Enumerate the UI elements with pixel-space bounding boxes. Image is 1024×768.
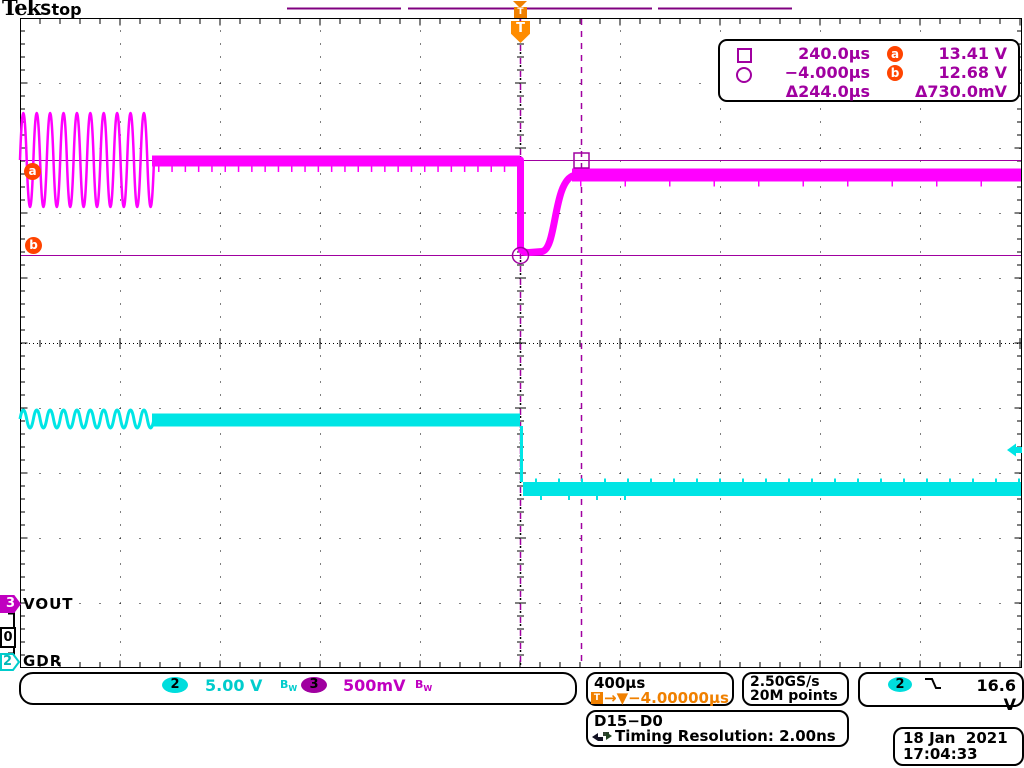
channel-scale-bar: 2 5.00 V BW 3 500mV BW xyxy=(19,672,577,705)
ch3-scale[interactable]: 500mV xyxy=(343,676,405,695)
readout-b-badge: b xyxy=(887,65,903,81)
digital-channels-panel[interactable]: D15−D0 Timing Resolution: 2.00ns xyxy=(586,710,849,747)
ch3-badge[interactable]: 3 xyxy=(301,677,327,693)
ch2-scale[interactable]: 5.00 V xyxy=(205,676,262,695)
ch2-badge[interactable]: 2 xyxy=(162,677,188,693)
timebase-arrows-icon: →▼ xyxy=(604,689,628,707)
time-label: 17:04:33 xyxy=(903,745,978,763)
record-length: 20M points xyxy=(750,688,838,704)
circle-cursor-icon xyxy=(736,67,752,83)
cursor-a-value: 13.41 V xyxy=(914,44,1007,63)
acquisition-status: Stop xyxy=(40,0,82,19)
d0-marker-badge[interactable]: 0 xyxy=(0,627,16,648)
ch3-bandwidth-icon: BW xyxy=(415,678,432,693)
trigger-source-badge: 2 xyxy=(888,677,912,692)
cursor-b-badge: b xyxy=(25,237,42,254)
waveform-display xyxy=(0,0,1024,768)
vout-trace xyxy=(20,113,1021,253)
timing-resolution-icon xyxy=(592,730,612,743)
oscilloscope-screen: Tek Stop T T a b 3 VOUT 0 2 GDR 240.0µs … xyxy=(0,0,1024,768)
trigger-level: 16.6 V xyxy=(960,676,1016,714)
circle-cursor-time: −4.000µs xyxy=(768,63,870,82)
timing-resolution: Timing Resolution: 2.00ns xyxy=(615,727,836,745)
cursor-a-badge: a xyxy=(24,163,41,180)
cursor-readout-panel: 240.0µs −4.000µs Δ244.0µs a b 13.41 V 12… xyxy=(718,39,1020,102)
square-cursor-time: 240.0µs xyxy=(768,44,870,63)
square-cursor-icon xyxy=(737,48,752,63)
trigger-level-arrow[interactable] xyxy=(1007,444,1022,457)
cursor-b-value: 12.68 V xyxy=(914,63,1007,82)
delta-time: Δ244.0µs xyxy=(768,82,870,101)
acquisition-panel[interactable]: 2.50GS/s 20M points xyxy=(742,672,849,706)
ch2-bandwidth-icon: BW xyxy=(280,678,297,693)
timebase-panel[interactable]: 400µs T →▼ −4.00000µs xyxy=(586,672,734,706)
datetime-panel: 18 Jan 2021 17:04:33 xyxy=(893,727,1024,766)
ch2-marker-badge[interactable]: 2 xyxy=(3,654,12,669)
ch2-waveform-label: GDR xyxy=(23,652,62,670)
trigger-panel[interactable]: 2 16.6 V xyxy=(858,672,1024,707)
timebase-position: −4.00000µs xyxy=(628,689,729,707)
delta-value: Δ730.0mV xyxy=(914,82,1007,101)
record-trigger-t-icon: T xyxy=(514,7,527,18)
tek-logo: Tek xyxy=(2,0,40,20)
ch3-waveform-label: VOUT xyxy=(23,595,74,613)
timebase-position-row: T →▼ −4.00000µs xyxy=(591,689,729,707)
falling-edge-icon xyxy=(924,677,942,691)
readout-a-badge: a xyxy=(887,46,903,62)
trigger-t-icon: T xyxy=(591,692,603,704)
